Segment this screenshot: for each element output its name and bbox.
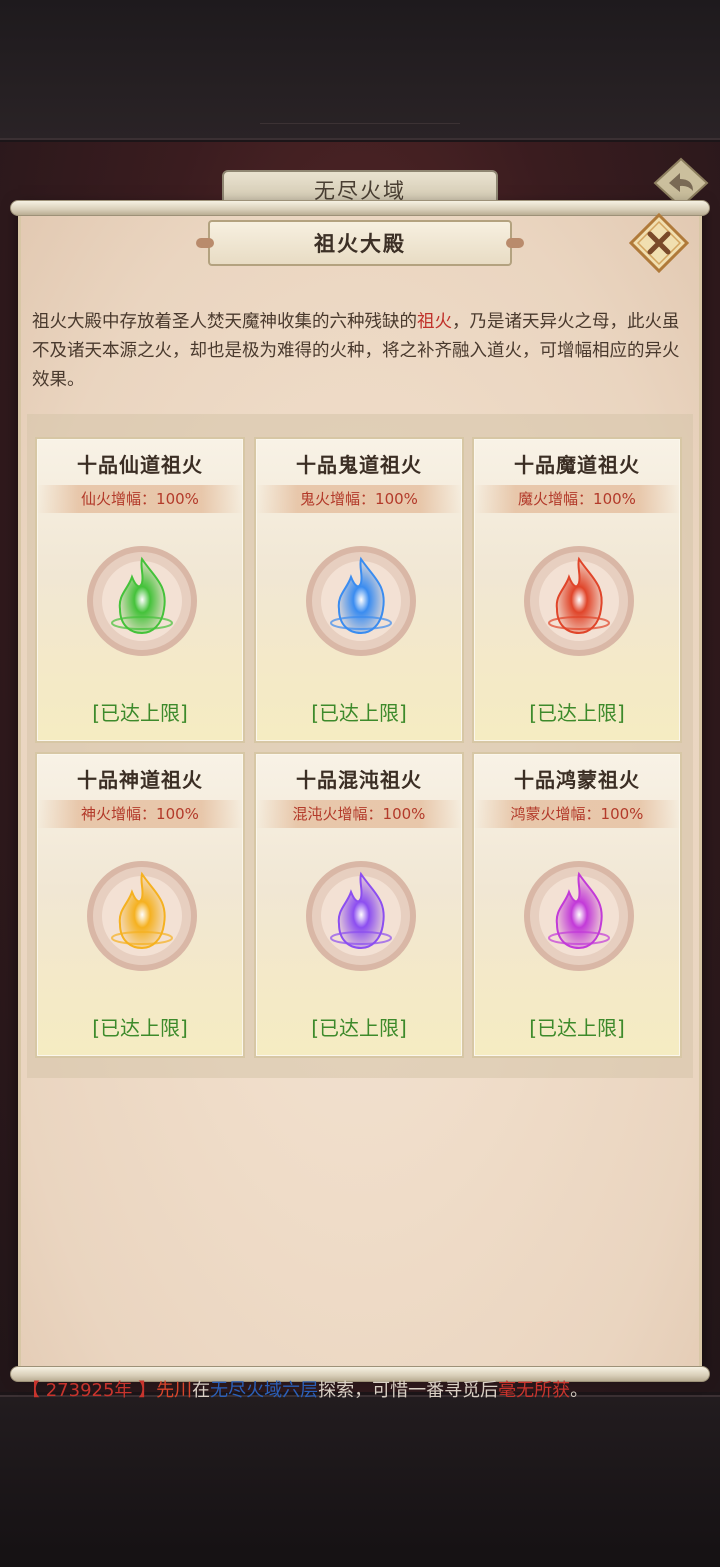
top-bar — [0, 0, 720, 140]
purple-fire-icon — [301, 854, 421, 974]
magenta-fire-icon — [519, 854, 639, 974]
fire-card-ghost[interactable]: 十品鬼道祖火 鬼火增幅：100% [已达上限] — [254, 437, 464, 743]
fire-card-demon[interactable]: 十品魔道祖火 魔火增幅：100% [已达上限] — [472, 437, 682, 743]
card-title: 十品魔道祖火 — [514, 453, 640, 477]
card-status: [已达上限] — [311, 701, 407, 725]
bottom-bar — [0, 1395, 720, 1567]
panel-title-banner: 祖火大殿 — [196, 220, 524, 266]
fire-card-chaos[interactable]: 十品混沌祖火 混沌火增幅：100% [已达上限] — [254, 752, 464, 1058]
fire-card-divine[interactable]: 十品神道祖火 神火增幅：100% [已达上限] — [35, 752, 245, 1058]
log-text-1: 在 — [192, 1380, 211, 1401]
fire-card-primordial[interactable]: 十品鸿蒙祖火 鸿蒙火增幅：100% [已达上限] — [472, 752, 682, 1058]
card-bonus: 仙火增幅：100% — [37, 485, 243, 513]
gold-fire-icon — [82, 854, 202, 974]
card-title: 十品鬼道祖火 — [296, 453, 422, 477]
card-status: [已达上限] — [529, 1016, 625, 1040]
card-title: 十品混沌祖火 — [296, 768, 422, 792]
red-fire-icon — [519, 539, 639, 659]
fire-card-immortal[interactable]: 十品仙道祖火 仙火增幅：100% [已达上限] — [35, 437, 245, 743]
card-title: 十品鸿蒙祖火 — [514, 768, 640, 792]
log-text-2: 探索，可惜一番寻觅后 — [318, 1380, 499, 1401]
card-bonus: 鸿蒙火增幅：100% — [474, 800, 680, 828]
close-button[interactable] — [628, 212, 690, 274]
log-end: 。 — [570, 1380, 589, 1401]
card-bonus: 神火增幅：100% — [37, 800, 243, 828]
log-player: 先川 — [156, 1380, 193, 1401]
close-icon — [629, 213, 689, 273]
card-status: [已达上限] — [311, 1016, 407, 1040]
description-text-1: 祖火大殿中存放着圣人焚天魔神收集的六种残缺的 — [32, 312, 417, 332]
log-location: 无尽火域六层 — [210, 1380, 319, 1401]
log-year: 【 273925年 】 — [22, 1380, 157, 1401]
card-title: 十品仙道祖火 — [77, 453, 203, 477]
event-log-line: 【 273925年 】先川在无尽火域六层探索，可惜一番寻觅后毫无所获。 — [0, 1376, 720, 1406]
card-status: [已达上限] — [529, 701, 625, 725]
scroll-rod-top — [10, 200, 710, 216]
panel-title: 祖火大殿 — [314, 232, 406, 256]
card-bonus: 魔火增幅：100% — [474, 485, 680, 513]
blue-fire-icon — [301, 539, 421, 659]
card-bonus: 鬼火增幅：100% — [256, 485, 462, 513]
card-status: [已达上限] — [92, 701, 188, 725]
log-result: 毫无所获 — [498, 1380, 571, 1401]
card-bonus: 混沌火增幅：100% — [256, 800, 462, 828]
card-title: 十品神道祖火 — [77, 768, 203, 792]
description-highlight: 祖火 — [417, 312, 452, 332]
green-fire-icon — [82, 539, 202, 659]
panel-description: 祖火大殿中存放着圣人焚天魔神收集的六种残缺的祖火，乃是诸天异火之母，此火虽不及诸… — [32, 308, 696, 395]
card-status: [已达上限] — [92, 1016, 188, 1040]
